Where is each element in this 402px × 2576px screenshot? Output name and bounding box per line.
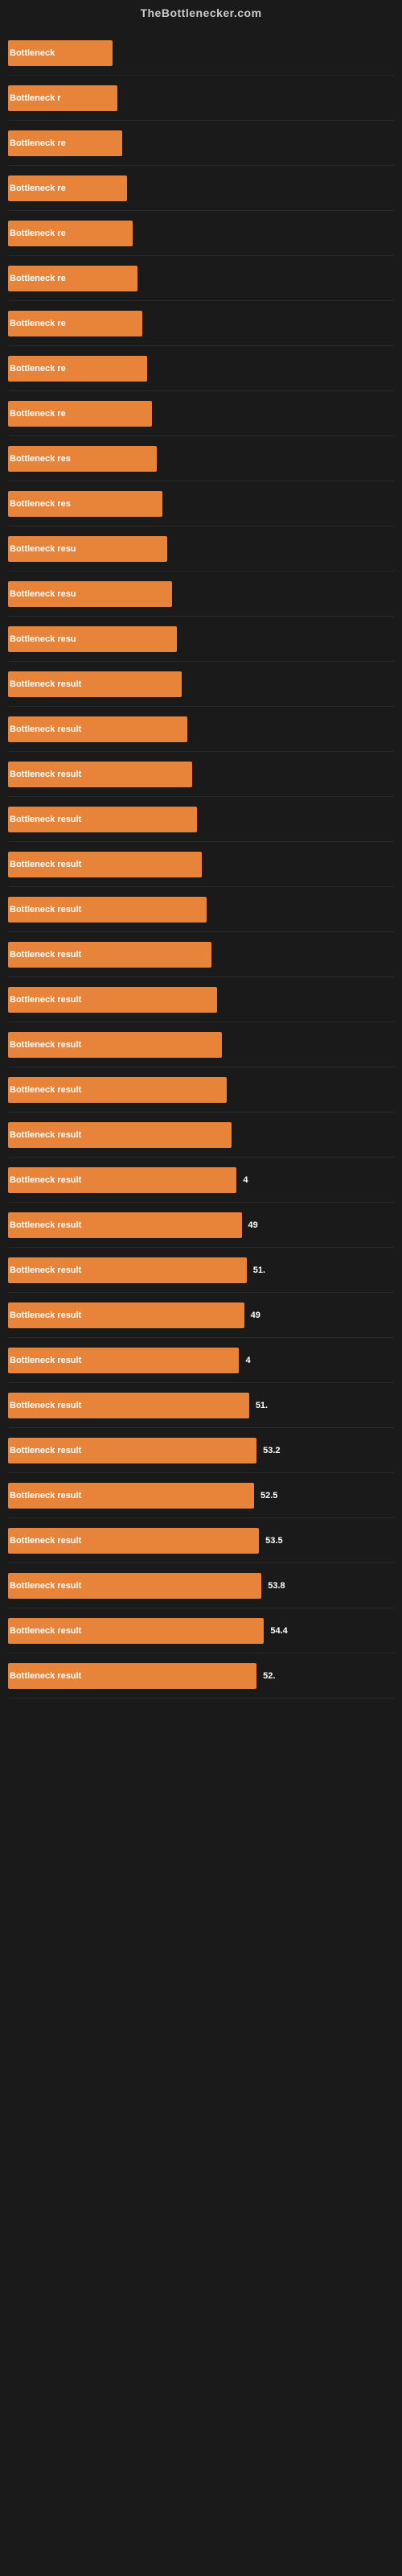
bar-value: 4	[240, 1175, 248, 1185]
chart-area: Bottleneck Bottleneck r Bottleneck re Bottl…	[0, 23, 402, 1707]
bar-label: Bottleneck result	[10, 1401, 81, 1410]
bar-label: Bottleneck resu	[10, 634, 76, 644]
bar-value: 49	[245, 1220, 258, 1230]
bar-row: Bottleneck result 53.2	[8, 1428, 394, 1473]
bar-row: Bottleneck result	[8, 842, 394, 887]
bar-label: Bottleneck	[10, 48, 55, 58]
bar-row: Bottleneck result 4	[8, 1338, 394, 1383]
bar-label: Bottleneck result	[10, 1491, 81, 1501]
bar-row: Bottleneck result	[8, 752, 394, 797]
bar-label: Bottleneck res	[10, 499, 71, 509]
bar-row: Bottleneck result 53.8	[8, 1563, 394, 1608]
bar-row: Bottleneck result 52.5	[8, 1473, 394, 1518]
bar-row: Bottleneck result 49	[8, 1293, 394, 1338]
bar-value: 53.2	[260, 1446, 280, 1455]
bar-label: Bottleneck re	[10, 229, 66, 238]
bar-label: Bottleneck re	[10, 184, 66, 193]
bar-row: Bottleneck result	[8, 977, 394, 1022]
bar-row: Bottleneck result	[8, 1113, 394, 1158]
bar-row: Bottleneck result 51.	[8, 1248, 394, 1293]
bar-value: 52.	[260, 1671, 275, 1681]
bar-label: Bottleneck result	[10, 679, 81, 689]
bar-row: Bottleneck result	[8, 662, 394, 707]
bar-label: Bottleneck re	[10, 364, 66, 374]
bar-row: Bottleneck re	[8, 346, 394, 391]
bar-row: Bottleneck resu	[8, 617, 394, 662]
bar-row: Bottleneck result 52.	[8, 1653, 394, 1699]
bar-label: Bottleneck result	[10, 815, 81, 824]
bar-label: Bottleneck r	[10, 93, 61, 103]
bar-row: Bottleneck r	[8, 76, 394, 121]
bar-value: 53.8	[265, 1581, 285, 1591]
bar-label: Bottleneck result	[10, 1536, 81, 1546]
bar-label: Bottleneck result	[10, 1446, 81, 1455]
bar-row: Bottleneck re	[8, 211, 394, 256]
bar-value: 53.5	[262, 1536, 282, 1546]
bar-label: Bottleneck result	[10, 950, 81, 960]
bar-label: Bottleneck result	[10, 1581, 81, 1591]
bar-row: Bottleneck result	[8, 707, 394, 752]
bar-label: Bottleneck re	[10, 138, 66, 148]
bar-label: Bottleneck re	[10, 274, 66, 283]
bar-row: Bottleneck re	[8, 121, 394, 166]
bar-label: Bottleneck res	[10, 454, 71, 464]
bar-label: Bottleneck result	[10, 724, 81, 734]
bar-row: Bottleneck resu	[8, 572, 394, 617]
bar-label: Bottleneck result	[10, 1085, 81, 1095]
bar-label: Bottleneck result	[10, 860, 81, 869]
bar-value: 51.	[252, 1401, 268, 1410]
bar-row: Bottleneck res	[8, 481, 394, 526]
bar-row: Bottleneck result	[8, 1022, 394, 1067]
bar-value: 4	[242, 1356, 250, 1365]
bar-label: Bottleneck result	[10, 1311, 81, 1320]
bar-label: Bottleneck result	[10, 770, 81, 779]
bar-label: Bottleneck resu	[10, 544, 76, 554]
bar-label: Bottleneck result	[10, 1265, 81, 1275]
bar-value: 49	[248, 1311, 260, 1320]
bar-label: Bottleneck result	[10, 995, 81, 1005]
bar-label: Bottleneck result	[10, 1626, 81, 1636]
bar-label: Bottleneck result	[10, 1220, 81, 1230]
bar-value: 54.4	[267, 1626, 287, 1636]
bar-label: Bottleneck result	[10, 1175, 81, 1185]
bar-row: Bottleneck result 51.	[8, 1383, 394, 1428]
bar-row: Bottleneck re	[8, 256, 394, 301]
bar-row: Bottleneck res	[8, 436, 394, 481]
bar-label: Bottleneck result	[10, 905, 81, 914]
bar-row: Bottleneck	[8, 31, 394, 76]
bar-row: Bottleneck result	[8, 1067, 394, 1113]
bar-row: Bottleneck result	[8, 887, 394, 932]
bar-label: Bottleneck re	[10, 319, 66, 328]
bar-row: Bottleneck re	[8, 166, 394, 211]
bar-label: Bottleneck re	[10, 409, 66, 419]
bar-value: 51.	[250, 1265, 265, 1275]
bar-row: Bottleneck result	[8, 797, 394, 842]
bar-row: Bottleneck result 54.4	[8, 1608, 394, 1653]
site-title: TheBottlenecker.com	[0, 0, 402, 23]
bar-row: Bottleneck result	[8, 932, 394, 977]
bar-label: Bottleneck result	[10, 1040, 81, 1050]
bar-row: Bottleneck resu	[8, 526, 394, 572]
bar-row: Bottleneck result 49	[8, 1203, 394, 1248]
bar-label: Bottleneck result	[10, 1356, 81, 1365]
bar-row: Bottleneck result 4	[8, 1158, 394, 1203]
bar-value: 52.5	[257, 1491, 277, 1501]
bar-label: Bottleneck resu	[10, 589, 76, 599]
bar-label: Bottleneck result	[10, 1130, 81, 1140]
bar-row: Bottleneck re	[8, 301, 394, 346]
bar-row: Bottleneck re	[8, 391, 394, 436]
bar-label: Bottleneck result	[10, 1671, 81, 1681]
bar-row: Bottleneck result 53.5	[8, 1518, 394, 1563]
